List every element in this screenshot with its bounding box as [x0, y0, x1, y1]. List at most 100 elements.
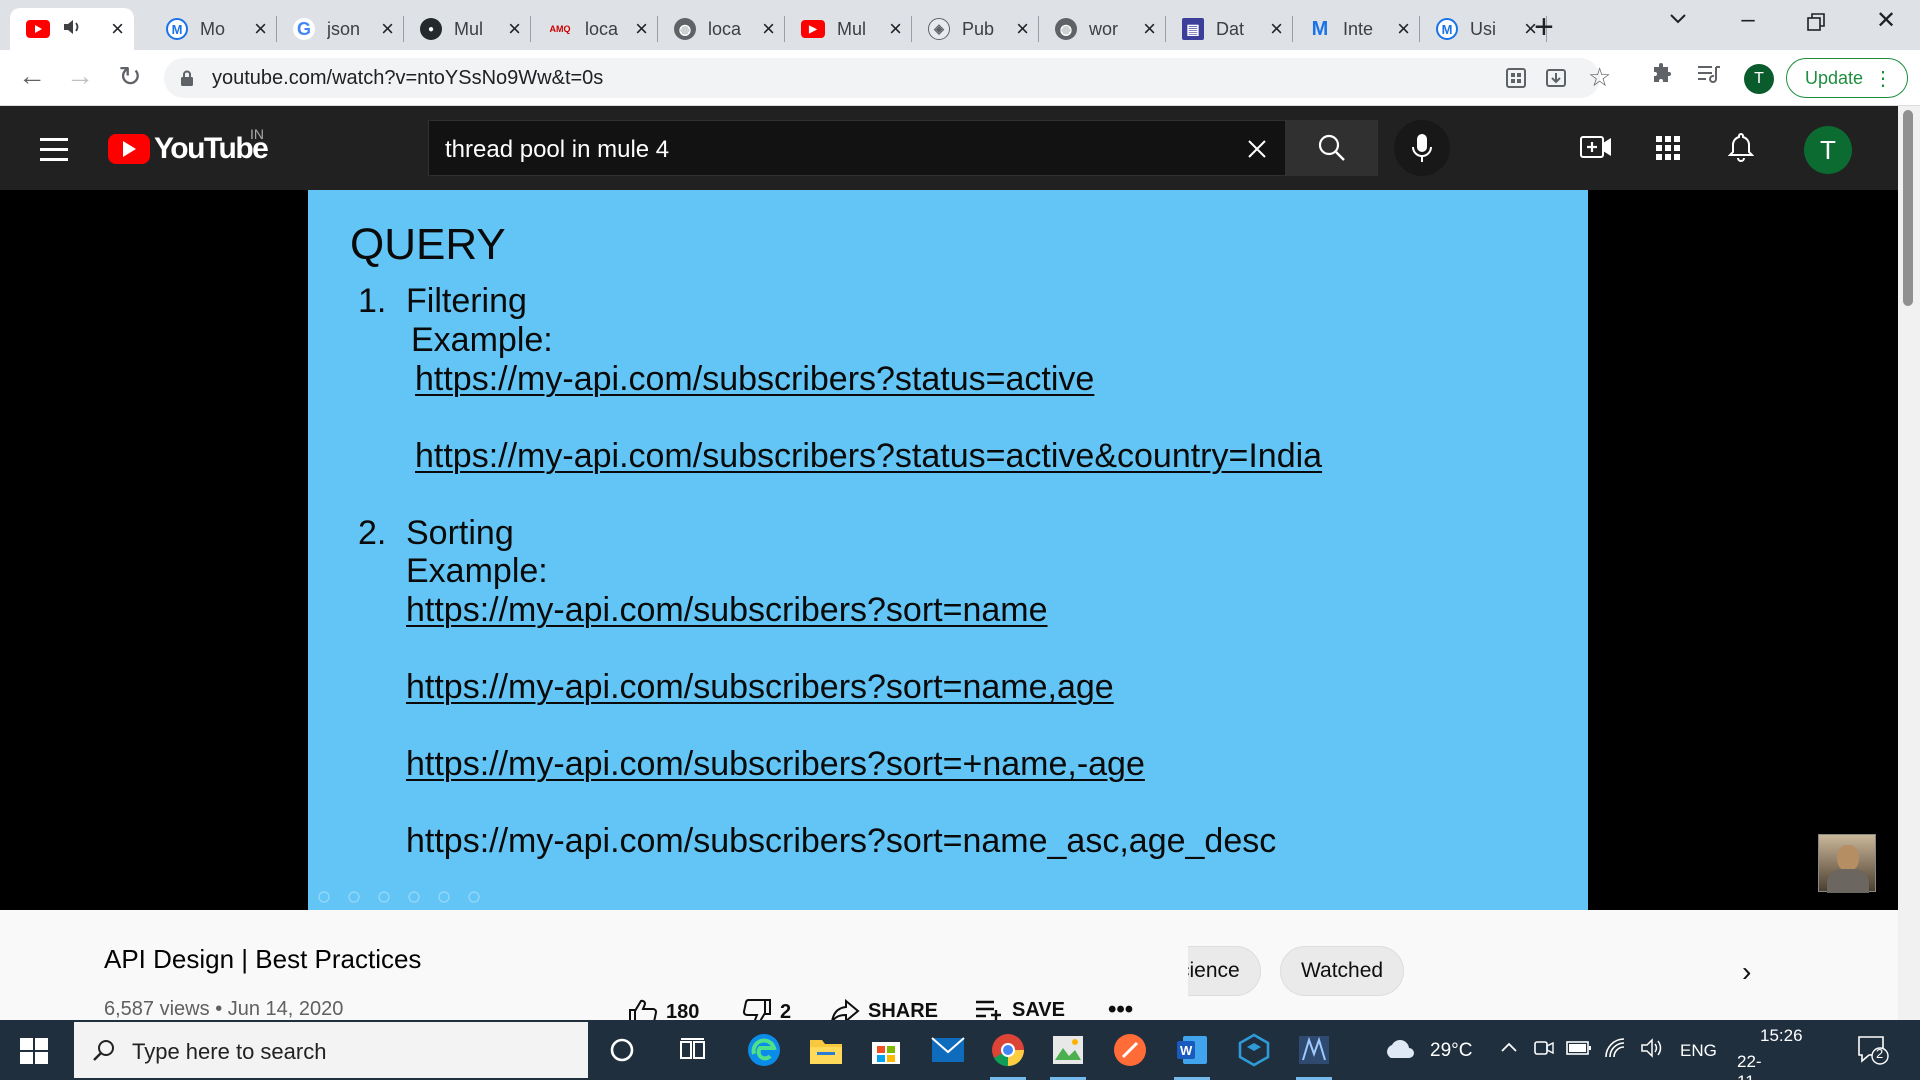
browser-tab[interactable]: ▤ Dat × [1166, 8, 1293, 50]
reading-list-icon[interactable] [1696, 62, 1722, 93]
image-viewer-icon[interactable] [1046, 1028, 1090, 1080]
clock-time[interactable]: 15:26 [1760, 1026, 1803, 1046]
anypoint-studio-icon[interactable] [1292, 1028, 1336, 1080]
slide-list-number: 2. [358, 514, 387, 552]
file-explorer-icon[interactable] [804, 1028, 848, 1072]
tab-youtube-active[interactable]: × [10, 8, 134, 50]
minimize-button[interactable]: – [1718, 6, 1778, 34]
create-video-icon[interactable] [1580, 134, 1612, 165]
close-tab-icon[interactable]: × [1016, 18, 1029, 40]
task-view-icon[interactable] [672, 1028, 716, 1072]
browser-tab[interactable]: ◍ wor × [1039, 8, 1166, 50]
mail-icon[interactable] [926, 1028, 970, 1072]
update-button[interactable]: Update ⋮ [1786, 58, 1908, 98]
lock-icon[interactable] [180, 70, 194, 86]
tab-title: loca [585, 18, 619, 39]
more-menu-icon[interactable]: ⋮ [1873, 66, 1893, 91]
scrollbar-thumb[interactable] [1903, 110, 1913, 306]
search-box[interactable]: thread pool in mule 4 [428, 120, 1286, 176]
microsoft-store-icon[interactable] [864, 1028, 908, 1072]
sourcetree-icon[interactable] [1232, 1028, 1276, 1072]
windows-start-icon[interactable] [20, 1038, 48, 1064]
temperature[interactable]: 29°C [1430, 1040, 1472, 1062]
tab-title: Pub [962, 18, 995, 39]
chip-watched[interactable]: Watched [1280, 946, 1405, 996]
meet-now-icon[interactable] [1534, 1038, 1554, 1064]
close-tab-icon[interactable]: × [111, 18, 124, 40]
word-icon[interactable]: W [1170, 1028, 1214, 1080]
download-icon[interactable] [1544, 66, 1568, 97]
browser-tab[interactable]: Gjson × [277, 8, 404, 50]
tab-search-icon[interactable] [1668, 8, 1688, 33]
reload-button[interactable]: ↻ [112, 60, 148, 93]
browser-tab[interactable]: M Mo × [150, 8, 277, 50]
close-tab-icon[interactable]: × [1143, 18, 1156, 40]
slide-url: https://my-api.com/subscribers?status=ac… [415, 437, 1323, 475]
cortana-icon[interactable] [600, 1028, 644, 1072]
clock-date[interactable]: 22-11-2021 [1737, 1052, 1775, 1080]
taskbar-search-box[interactable]: Type here to search [74, 1022, 588, 1078]
notification-center-icon[interactable]: 2 [1856, 1034, 1890, 1072]
extensions-icon[interactable] [1650, 62, 1674, 93]
close-tab-icon[interactable]: × [1397, 18, 1410, 40]
meta-separator: • [215, 998, 228, 1020]
battery-icon[interactable] [1566, 1040, 1592, 1062]
input-language[interactable]: ENG [1680, 1041, 1717, 1061]
close-tab-icon[interactable]: × [762, 18, 775, 40]
browser-tab[interactable]: ● Mul × [404, 8, 531, 50]
weather-cloud-icon[interactable] [1382, 1036, 1416, 1068]
back-button[interactable]: ← [14, 60, 50, 92]
address-bar[interactable]: youtube.com/watch?v=ntoYSsNo9Ww&t=0s ☆ [164, 58, 1611, 98]
youtube-logo[interactable]: YouTube [108, 132, 269, 166]
chip-category[interactable]: cience [1188, 946, 1261, 996]
taskbar-search-placeholder[interactable]: Type here to search [132, 1039, 326, 1065]
close-tab-icon[interactable]: × [381, 18, 394, 40]
install-app-icon[interactable] [1504, 66, 1528, 97]
apps-grid-icon[interactable] [1656, 136, 1680, 165]
slide-url: https://my-api.com/subscribers?status=ac… [415, 360, 1095, 398]
edge-browser-icon[interactable] [742, 1028, 786, 1072]
browser-tab[interactable]: M Inte × [1293, 8, 1420, 50]
slide-title: QUERY [350, 220, 506, 269]
cube-icon: ◈ [928, 18, 950, 40]
close-tab-icon[interactable]: × [889, 18, 902, 40]
wifi-icon[interactable] [1604, 1038, 1626, 1064]
search-button[interactable] [1286, 120, 1378, 176]
browser-tab[interactable]: M Usi × [1420, 8, 1547, 50]
forward-button[interactable]: → [62, 60, 98, 92]
show-hidden-icons-chevron-icon[interactable] [1500, 1038, 1518, 1060]
window-close-button[interactable]: ✕ [1856, 6, 1916, 35]
profile-avatar[interactable]: T [1744, 64, 1774, 94]
close-tab-icon[interactable]: × [1270, 18, 1283, 40]
close-tab-icon[interactable]: × [635, 18, 648, 40]
tab-strip: × M Mo × Gjson × ● Mul × AMQ loca × ◍ loca × ▶ Mul × ◈ Pub… [0, 0, 1920, 50]
close-tab-icon[interactable]: × [254, 18, 267, 40]
chevron-right-icon[interactable]: › [1742, 956, 1751, 988]
clear-search-icon[interactable] [1245, 131, 1269, 169]
page-scrollbar[interactable] [1898, 106, 1920, 1020]
new-tab-button[interactable]: + [1534, 8, 1554, 47]
update-label: Update [1805, 67, 1864, 88]
postman-icon[interactable] [1108, 1028, 1152, 1072]
youtube-icon: ▶ [801, 20, 825, 38]
save-button[interactable]: SAVE [974, 998, 1065, 1022]
chrome-icon[interactable] [986, 1028, 1030, 1080]
close-tab-icon[interactable]: × [508, 18, 521, 40]
volume-icon[interactable] [1640, 1038, 1664, 1064]
browser-tab[interactable]: AMQ loca × [531, 8, 658, 50]
url-text[interactable]: youtube.com/watch?v=ntoYSsNo9Ww&t=0s [212, 67, 603, 90]
notifications-bell-icon[interactable] [1727, 132, 1755, 167]
account-avatar[interactable]: T [1804, 126, 1852, 174]
tab-title: Mul [837, 18, 867, 39]
bookmark-star-icon[interactable]: ☆ [1588, 62, 1611, 93]
youtube-icon [26, 20, 50, 38]
voice-search-button[interactable] [1394, 120, 1450, 176]
guide-menu-icon[interactable] [40, 138, 68, 168]
browser-tab[interactable]: ▶ Mul × [785, 8, 912, 50]
search-input[interactable]: thread pool in mule 4 [445, 136, 669, 164]
video-player[interactable]: QUERY 1. Filtering Example: https://my-a… [0, 190, 1898, 910]
browser-tab[interactable]: ◈ Pub × [912, 8, 1039, 50]
restore-button[interactable] [1786, 10, 1846, 38]
browser-tab[interactable]: ◍ loca × [658, 8, 785, 50]
audio-playing-icon[interactable] [62, 19, 82, 40]
